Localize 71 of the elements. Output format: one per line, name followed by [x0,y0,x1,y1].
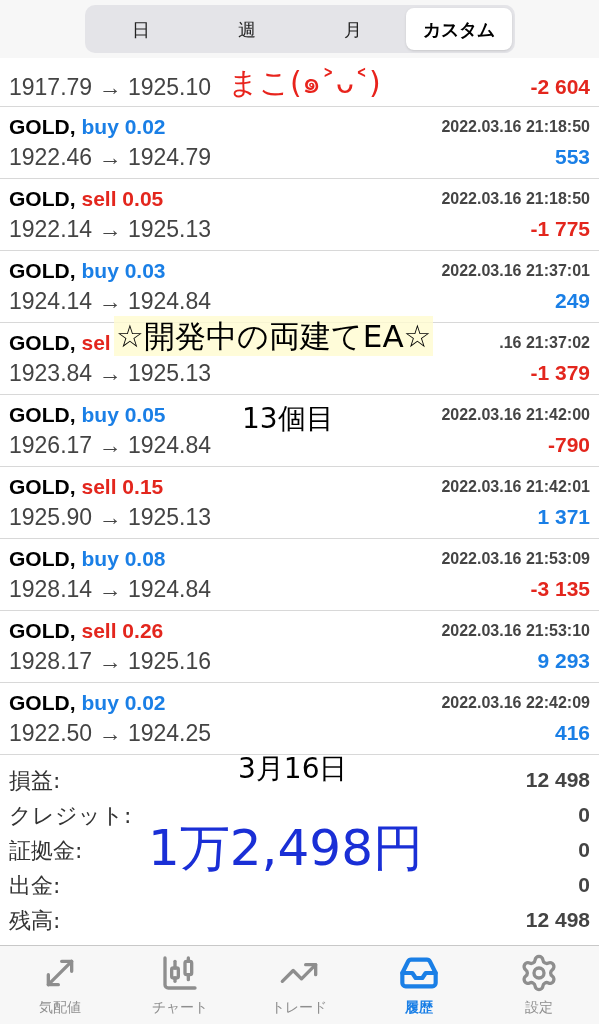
handwritten-note: 3月16日 [238,751,348,787]
profit-value: 249 [554,288,590,314]
nav-tab[interactable]: 履歴 [359,946,480,1024]
trade-action: buy 0.03 [81,258,166,284]
handwritten-note: 13個目 [242,401,334,437]
period-tab[interactable]: 週 [193,8,300,50]
trade-date: 2022.03.16 21:18:50 [441,189,590,209]
summary-value: 12 498 [525,907,590,934]
nav-tab[interactable]: 設定 [479,946,599,1024]
trade-action: buy 0.02 [81,690,166,716]
price-range: 1925.90 → 1925.13 [9,503,212,532]
price-range: 1928.17 → 1925.16 [9,647,212,676]
summary-value: 12 498 [525,767,590,794]
trade-date: 2022.03.16 21:42:01 [441,477,590,497]
symbol: GOLD, [9,258,76,284]
trade-date: 2022.03.16 22:42:09 [441,693,590,713]
handwritten-note: 1万2,498円 [148,818,423,878]
price-range: 1923.84 → 1925.13 [9,359,212,388]
nav-tab[interactable]: チャート [119,946,240,1024]
profit-value: -2 604 [530,74,590,100]
profit-value: -790 [547,432,590,458]
symbol: GOLD, [9,402,76,428]
trade-date: 2022.03.16 21:53:10 [441,621,590,641]
period-tab[interactable]: カスタム [405,8,512,50]
price-range: 1924.14 → 1924.84 [9,287,212,316]
summary-label: 残高: [9,906,61,935]
profit-value: -1 775 [530,216,590,242]
trade-date: 2022.03.16 21:42:00 [441,405,590,425]
symbol: GOLD, [9,474,76,500]
trade-action: sell 0.15 [81,474,164,500]
symbol: GOLD, [9,618,76,644]
profit-value: -1 379 [530,360,590,386]
summary-label: クレジット: [9,801,132,830]
symbol: GOLD, [9,330,76,356]
summary-value: 0 [578,837,590,864]
trade-date: 2022.03.16 21:37:01 [441,261,590,281]
trade-action: buy 0.02 [81,114,166,140]
summary-label: 証拠金: [9,836,83,865]
price-range: 1922.46 → 1924.79 [9,143,212,172]
price-range: 1922.50 → 1924.25 [9,719,212,748]
profit-value: 1 371 [537,504,590,530]
period-tab[interactable]: 月 [299,8,406,50]
symbol: GOLD, [9,114,76,140]
price-range: 1926.17 → 1924.84 [9,431,212,460]
trade-action: sel [81,330,111,356]
price-range: 1917.79 → 1925.10 [9,73,212,102]
symbol: GOLD, [9,186,76,212]
trade-action: sell 0.26 [81,618,164,644]
summary-value: 0 [578,872,590,899]
trade-date: 2022.03.16 21:18:50 [441,117,590,137]
summary-label: 出金: [9,871,61,900]
nav-tab[interactable]: トレード [239,946,360,1024]
symbol: GOLD, [9,546,76,572]
price-range: 1928.14 → 1924.84 [9,575,212,604]
trade-action: sell 0.05 [81,186,164,212]
profit-value: 553 [554,144,590,170]
handwritten-note: ☆開発中の両建てEA☆ [114,316,434,356]
nav-tab[interactable]: 気配値 [0,946,120,1024]
price-range: 1922.14 → 1925.13 [9,215,212,244]
trade-date: 2022.03.16 21:53:09 [441,549,590,569]
profit-value: -3 135 [530,576,590,602]
profit-value: 9 293 [537,648,590,674]
period-tab[interactable]: 日 [87,8,194,50]
trade-action: buy 0.08 [81,546,166,572]
trade-action: buy 0.05 [81,402,166,428]
symbol: GOLD, [9,690,76,716]
summary-value: 0 [578,802,590,829]
trade-date: .16 21:37:02 [499,333,590,353]
handwritten-note: まこ(๑˃ᴗ˂) [228,64,381,102]
profit-value: 416 [554,720,590,746]
summary-label: 損益: [9,766,61,795]
